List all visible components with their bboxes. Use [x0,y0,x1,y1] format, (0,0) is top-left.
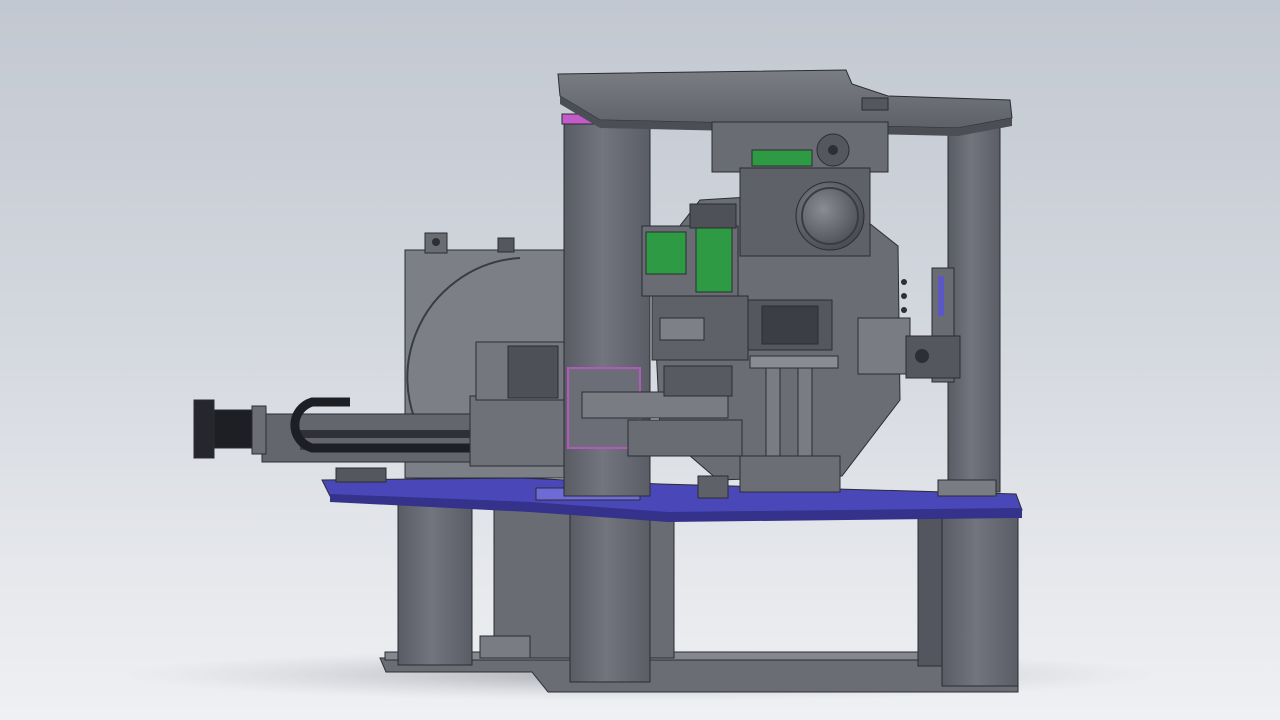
clamp-blue-strip [938,276,944,316]
top-plate-clamp [861,97,889,111]
cad-viewport[interactable] [0,0,1280,720]
right-column-foot [937,479,997,497]
green-valve-left [645,231,687,275]
gripper-module[interactable] [641,203,739,297]
housing-knob [497,237,515,253]
lift-column-right [797,361,813,459]
top-plate-face [557,69,1013,129]
fitting-3-icon [901,307,907,313]
fitting-2-icon [901,293,907,299]
disc-center-inner [761,305,819,345]
axis-carriage [469,395,571,467]
axis-rail-slot [300,430,480,438]
clamp-bolt-icon [915,349,929,363]
gearbox-green [751,149,813,167]
stepper-core [507,345,559,399]
feed-guide [663,365,733,397]
handwheel-hub [828,145,838,155]
right-column [947,119,1001,493]
drive-motor [795,181,865,251]
clamp-bracket [857,317,911,375]
side-block [697,475,729,499]
feed-cylinder [659,317,705,341]
feed-tray-lower [627,419,743,457]
green-valve-right [695,225,733,293]
valve-top-block [689,203,737,229]
axis-foot [335,467,387,483]
servo-flange [251,405,267,455]
leg-front-mid [569,505,651,683]
lift-column-left [765,361,781,459]
fitting-1-icon [901,279,907,285]
servo-motor-end [193,399,215,459]
base-frame[interactable] [321,477,1023,693]
leg-front-left [397,499,473,666]
lift-base [739,455,841,493]
housing-bolt-icon [432,238,440,246]
clamp-body [905,335,961,379]
leg-front-right [941,509,1019,687]
lift-plate [749,355,839,369]
rear-cabinet-panel [479,635,531,659]
machine-model[interactable] [0,0,1280,720]
linear-axis[interactable] [193,341,571,483]
